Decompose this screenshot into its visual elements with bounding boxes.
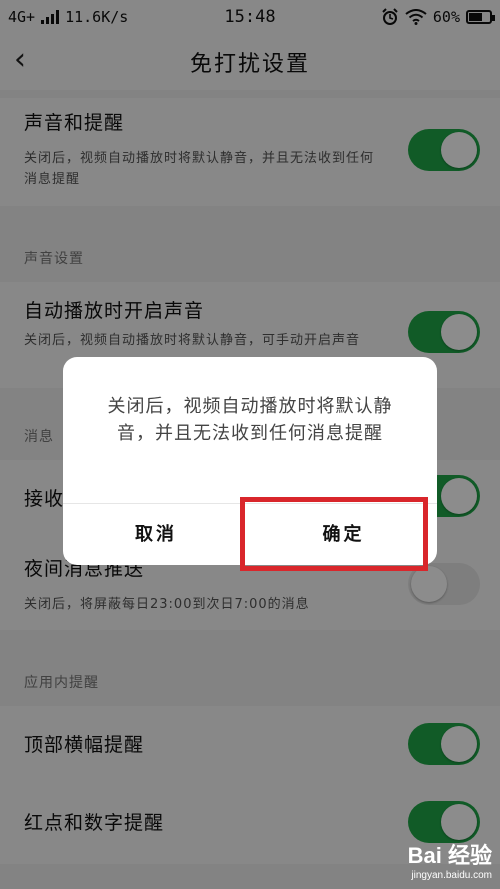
confirm-highlight-box (240, 497, 428, 571)
watermark: Bai 经验 jingyan.baidu.com (408, 838, 492, 881)
watermark-url: jingyan.baidu.com (411, 870, 492, 881)
cancel-button[interactable]: 取消 (63, 504, 249, 566)
watermark-brand: Bai 经验 (407, 843, 492, 868)
dialog-message: 关闭后，视频自动播放时将默认静音，并且无法收到任何消息提醒 (107, 396, 393, 444)
